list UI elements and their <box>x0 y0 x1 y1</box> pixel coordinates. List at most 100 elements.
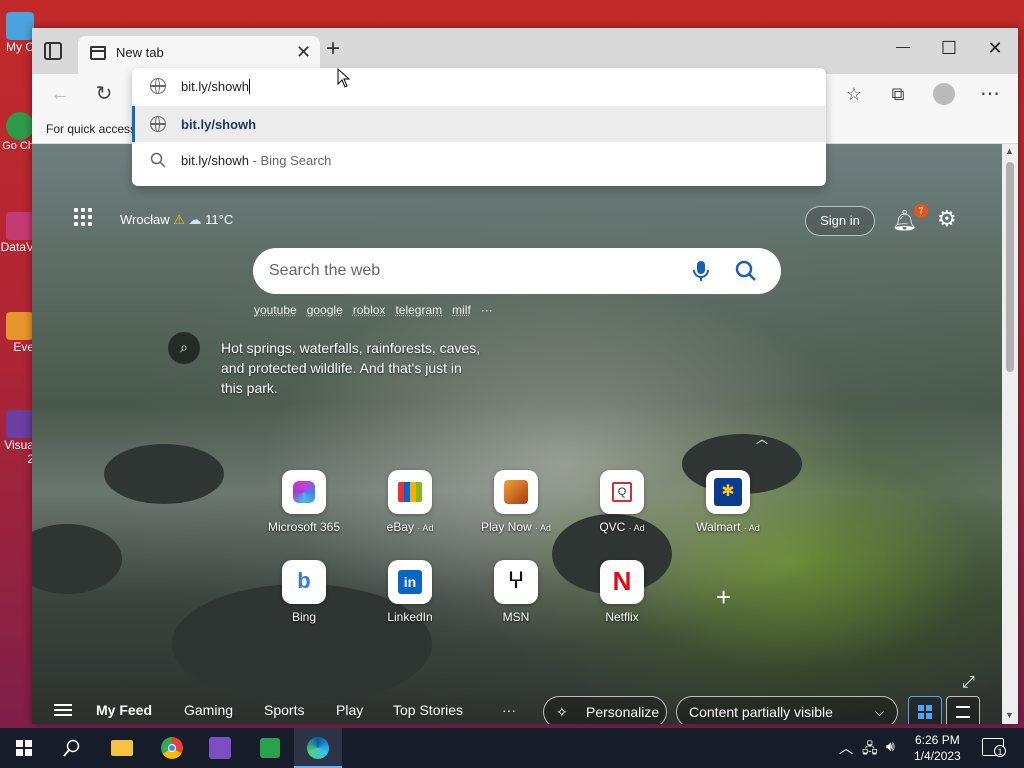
address-input-row[interactable]: bit.ly/showh <box>132 68 826 104</box>
grid-view-button[interactable] <box>908 696 942 724</box>
quick-link-bing[interactable]: b Bing <box>258 560 350 624</box>
weather-widget[interactable]: Wrocław ⚠ ☁ 11°C <box>120 212 233 228</box>
trending-item[interactable]: telegram <box>395 303 442 317</box>
tile-label: LinkedIn <box>387 610 433 624</box>
collections-icon[interactable]: ⧉ <box>884 80 912 108</box>
chevron-up-icon[interactable]: ︿ <box>756 430 768 447</box>
scroll-up-arrow-icon[interactable]: ▲ <box>1005 146 1014 156</box>
image-info-search-icon[interactable]: ⌕ <box>168 332 200 364</box>
list-view-button[interactable] <box>946 696 980 724</box>
trending-item[interactable]: google <box>307 303 343 317</box>
start-button[interactable] <box>0 728 48 768</box>
taskbar-visual-studio[interactable] <box>196 728 244 768</box>
maximize-button[interactable]: ☐ <box>926 38 972 59</box>
quick-link-qvc[interactable]: Q QVC · Ad <box>576 470 668 534</box>
favorites-icon[interactable]: ☆ <box>840 80 868 108</box>
feed-tab-sports[interactable]: Sports <box>264 702 304 718</box>
quick-link-microsoft-365[interactable]: Microsoft 365 <box>258 470 350 534</box>
network-icon[interactable]: 🖧︎ <box>862 738 878 762</box>
feed-tab-my-feed[interactable]: My Feed <box>96 702 152 718</box>
desktop-icon-chrome[interactable]: Go Ch <box>0 112 34 152</box>
content-visibility-dropdown[interactable]: Content partially visible ⌵ <box>676 696 898 724</box>
netflix-icon: N <box>600 560 644 604</box>
list-icon <box>956 706 970 718</box>
weather-alert-icon: ⚠ <box>173 212 185 227</box>
scroll-down-arrow-icon[interactable]: ▼ <box>1005 710 1014 720</box>
minimize-button[interactable]: — <box>880 38 926 54</box>
scroll-thumb[interactable] <box>1006 162 1014 372</box>
trending-more[interactable]: ··· <box>481 303 493 317</box>
tab-close-button[interactable]: ✕ <box>296 42 311 63</box>
trending-item[interactable]: youtube <box>254 303 297 317</box>
search-icon <box>63 739 80 757</box>
suggestion-search-text: bit.ly/showh - Bing Search <box>181 153 331 168</box>
weather-city: Wrocław <box>120 212 170 227</box>
favorites-bar-hint: For quick access <box>46 122 137 136</box>
feed-tab-gaming[interactable]: Gaming <box>184 702 233 718</box>
chrome-icon-center <box>168 744 176 752</box>
desktop-icon-label: Go Ch <box>2 140 34 152</box>
chrome-icon <box>6 112 34 140</box>
notification-count-badge: 7 <box>914 204 928 218</box>
search-icon[interactable] <box>735 260 757 282</box>
close-window-button[interactable]: ✕ <box>972 38 1018 59</box>
show-hidden-icons-chevron-up-icon[interactable]: ︿ <box>839 738 853 758</box>
taskbar-search-button[interactable] <box>48 728 96 768</box>
suggestion-url[interactable]: bit.ly/showh <box>132 106 826 142</box>
menu-hamburger-icon[interactable] <box>54 704 72 716</box>
taskbar-app-green[interactable] <box>246 728 294 768</box>
background-caption[interactable]: Hot springs, waterfalls, rainforests, ca… <box>221 338 483 398</box>
refresh-icon[interactable]: ↻ <box>90 80 118 108</box>
quick-link-ebay[interactable]: eBay · Ad <box>364 470 456 534</box>
new-tab-button[interactable]: + <box>326 37 340 61</box>
feed-more-button[interactable]: ··· <box>502 702 516 718</box>
suggestion-bing-search[interactable]: bit.ly/showh - Bing Search <box>132 142 826 178</box>
tile-label: Netflix <box>605 610 639 624</box>
quick-link-linkedin[interactable]: in LinkedIn <box>364 560 456 624</box>
taskbar-chrome[interactable] <box>148 728 196 768</box>
apps-launcher-icon[interactable] <box>74 208 94 228</box>
quick-link-play-now[interactable]: Play Now · Ad <box>470 470 562 534</box>
quick-link-msn[interactable]: ⵖ MSN <box>470 560 562 624</box>
desktop-icon-visual-studio[interactable]: Visua 2 <box>0 410 34 466</box>
tile-label: eBay <box>386 520 414 534</box>
trending-item[interactable]: roblox <box>353 303 386 317</box>
desktop-icon-my-computer[interactable]: My C <box>0 12 34 54</box>
add-quick-link-plus-icon[interactable]: + <box>716 582 731 613</box>
background-rock <box>32 524 122 594</box>
ad-label: · Ad <box>417 523 434 533</box>
personalize-button[interactable]: ✧ Personalize <box>543 696 667 724</box>
feed-tab-top-stories[interactable]: Top Stories <box>393 702 463 718</box>
back-icon[interactable]: ← <box>46 80 74 108</box>
play-now-game-icon <box>494 470 538 514</box>
feed-tab-play[interactable]: Play <box>336 702 363 718</box>
tile-label: Bing <box>291 610 317 624</box>
microphone-icon[interactable] <box>691 260 711 282</box>
more-options-icon[interactable]: ⋯ <box>976 80 1004 108</box>
settings-gear-icon[interactable]: ⚙ <box>937 206 957 232</box>
taskbar-file-explorer[interactable] <box>98 728 146 768</box>
taskbar-edge[interactable] <box>294 728 342 768</box>
sign-in-button[interactable]: Sign in <box>805 206 875 236</box>
web-search-box[interactable]: Search the web <box>253 248 781 294</box>
desktop-icon-datav[interactable]: DataV <box>0 212 34 254</box>
profile-avatar[interactable] <box>930 80 958 108</box>
quick-link-netflix[interactable]: N Netflix <box>576 560 668 624</box>
trending-item[interactable]: milf <box>452 303 471 317</box>
microsoft-365-icon <box>282 470 326 514</box>
volume-icon[interactable]: 🔊︎ <box>886 738 895 755</box>
tab-actions-icon[interactable] <box>44 42 62 60</box>
quick-link-walmart[interactable]: ✱ Walmart · Ad <box>682 470 774 534</box>
address-bar-dropdown: bit.ly/showh bit.ly/showh bit.ly/showh -… <box>132 68 826 186</box>
edge-icon <box>307 737 329 759</box>
taskbar-clock[interactable]: 6:26 PM 1/4/2023 <box>914 732 961 764</box>
address-input[interactable]: bit.ly/showh <box>181 79 250 94</box>
desktop-icon-everything[interactable]: Eve <box>0 312 34 354</box>
visual-studio-icon <box>209 737 231 759</box>
notification-count: 1 <box>994 745 1006 757</box>
action-center-button[interactable]: 1 <box>982 738 1006 757</box>
weather-temp: 11°C <box>205 212 234 227</box>
page-scrollbar[interactable]: ▲ ▼ <box>1002 144 1018 724</box>
sparkle-icon: ✧ <box>556 704 568 720</box>
ebay-shopping-bag-icon <box>388 470 432 514</box>
